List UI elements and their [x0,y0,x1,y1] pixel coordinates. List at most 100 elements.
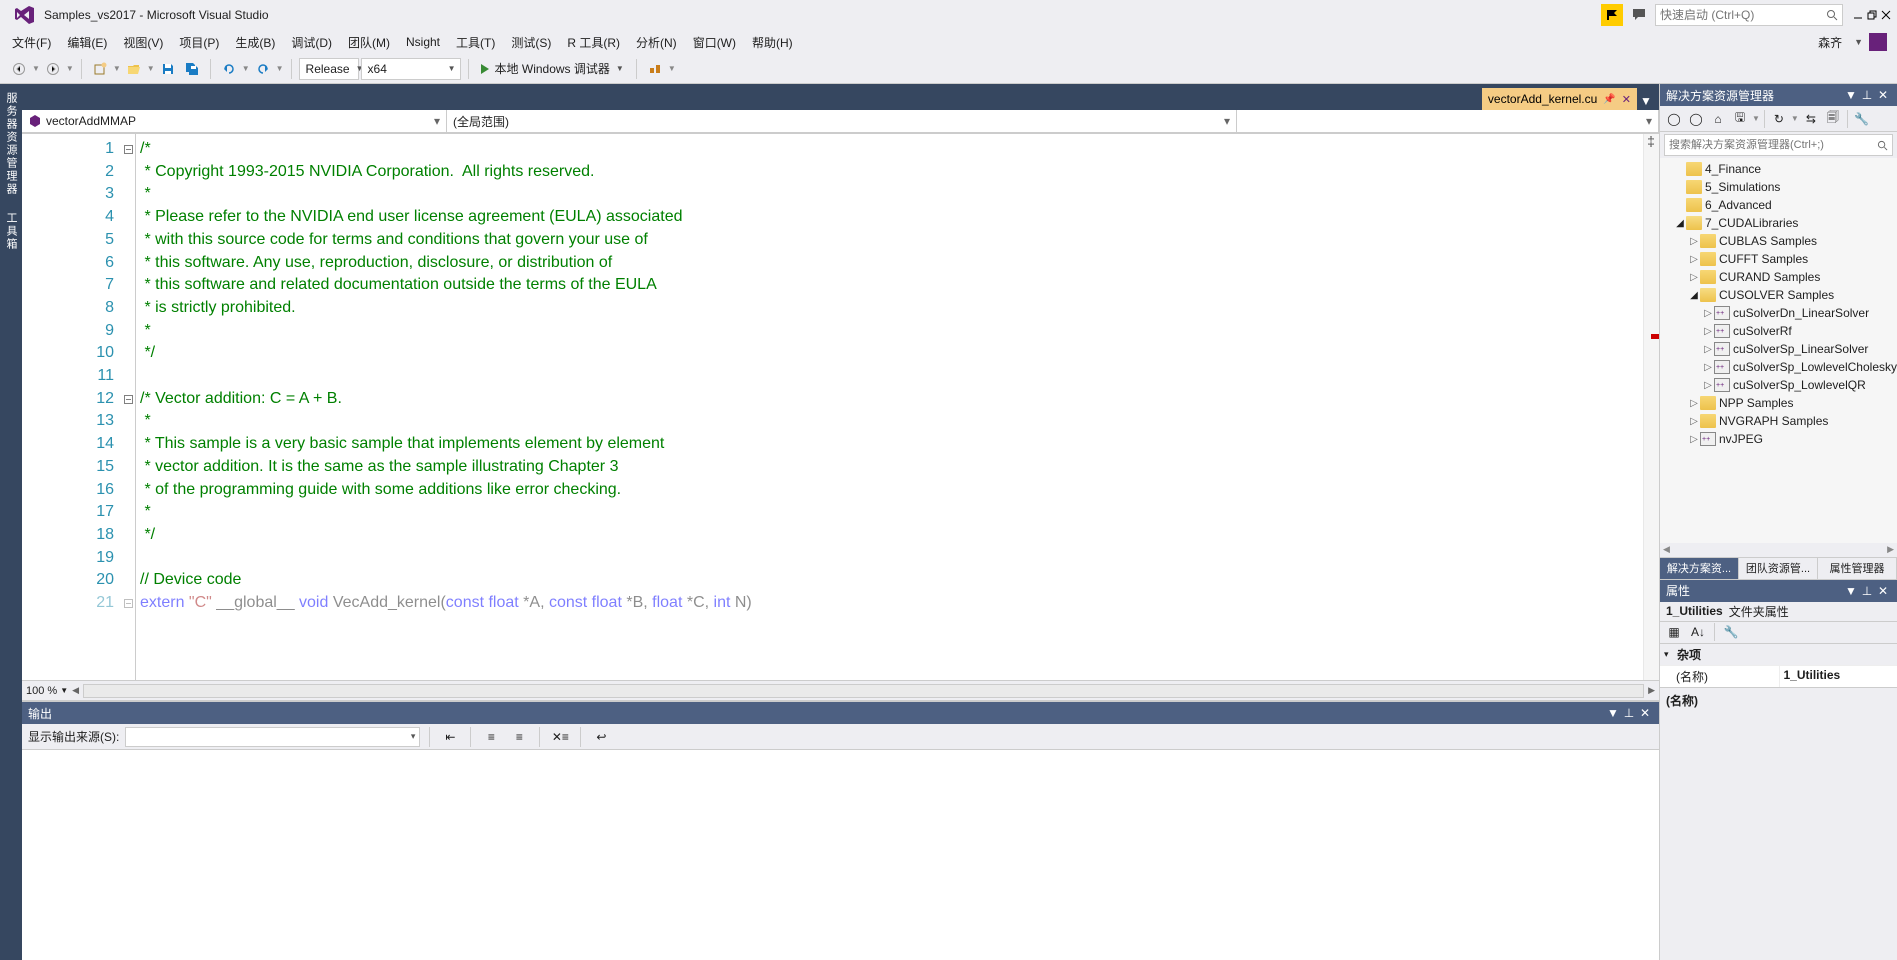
menu-debug[interactable]: 调试(D) [283,31,340,54]
quick-launch-input[interactable] [1660,8,1826,22]
property-grid[interactable]: ▾杂项 (名称) 1_Utilities [1660,644,1897,687]
property-row-value[interactable]: 1_Utilities [1779,666,1897,687]
property-category[interactable]: ▾杂项 [1660,644,1897,665]
new-project-button[interactable] [89,58,111,80]
menu-file[interactable]: 文件(F) [4,31,59,54]
properties-header[interactable]: 属性 ▼ ⊥ ✕ [1660,580,1897,602]
hscroll-left-button[interactable]: ◀ [72,685,79,696]
tree-node[interactable]: ◢7_CUDALibraries [1660,214,1897,232]
close-panel-icon[interactable]: ✕ [1875,583,1891,599]
menu-nsight[interactable]: Nsight [398,32,448,52]
next-icon[interactable]: ≡ [508,726,530,748]
property-pages-icon[interactable]: 🔧 [1721,622,1741,642]
tree-node[interactable]: 4_Finance [1660,160,1897,178]
restore-button[interactable] [1865,8,1879,22]
tree-node[interactable]: ▷CUFFT Samples [1660,250,1897,268]
code-editor[interactable]: 123456789101112131415161718192021 /* * C… [22,134,1659,680]
property-row[interactable]: (名称) 1_Utilities [1660,665,1897,687]
menu-tools[interactable]: 工具(T) [448,31,503,54]
start-debugging-button[interactable]: 本地 Windows 调试器 ▼ [472,58,633,80]
categorized-icon[interactable]: ▦ [1664,622,1684,642]
word-wrap-icon[interactable]: ↩ [590,726,612,748]
autohide-pin-icon[interactable]: ⊥ [1859,87,1875,103]
window-pos-icon[interactable]: ▼ [1843,583,1859,599]
previous-icon[interactable]: ≡ [480,726,502,748]
tab-solution[interactable]: 解决方案资... [1660,558,1739,579]
close-panel-icon[interactable]: ✕ [1875,87,1891,103]
menu-help[interactable]: 帮助(H) [744,31,801,54]
menu-window[interactable]: 窗口(W) [685,31,744,54]
find-message-icon[interactable]: ⇤ [439,726,461,748]
open-file-button[interactable] [123,58,145,80]
platform-dropdown[interactable]: x64▼ [361,58,461,80]
search-icon[interactable] [1826,9,1838,21]
undo-button[interactable] [218,58,240,80]
window-pos-icon[interactable]: ▼ [1843,87,1859,103]
code-area[interactable]: /* * Copyright 1993-2015 NVIDIA Corporat… [136,134,1659,680]
sync-icon[interactable]: 🖫 [1730,109,1750,129]
account-box-icon[interactable] [1869,33,1887,51]
fwd-icon[interactable]: ◯ [1686,109,1706,129]
tree-node[interactable]: ▷nvJPEG [1660,430,1897,448]
member-selector[interactable]: ▾ [1237,110,1659,133]
tree-node[interactable]: 5_Simulations [1660,178,1897,196]
scope-selector[interactable]: vectorAddMMAP ▾ [22,110,447,133]
type-selector[interactable]: (全局范围)▾ [447,110,1237,133]
tree-node[interactable]: ▷cuSolverDn_LinearSolver [1660,304,1897,322]
pin-icon[interactable]: 📌 [1603,94,1615,105]
tree-node[interactable]: ▷NVGRAPH Samples [1660,412,1897,430]
nav-back-button[interactable] [8,58,30,80]
tree-node[interactable]: ▷cuSolverSp_LowlevelCholesky [1660,358,1897,376]
solution-explorer-header[interactable]: 解决方案资源管理器 ▼ ⊥ ✕ [1660,84,1897,106]
minimize-button[interactable] [1851,8,1865,22]
tab-team[interactable]: 团队资源管... [1739,558,1818,579]
alphabetical-icon[interactable]: A↓ [1688,622,1708,642]
zoom-dropdown[interactable]: 100 %▼ [26,685,68,697]
tree-node[interactable]: ▷cuSolverSp_LinearSolver [1660,340,1897,358]
vertical-scrollbar[interactable]: ‡ [1643,134,1659,680]
home-icon[interactable]: ⌂ [1708,109,1728,129]
show-all-icon[interactable]: 🗐 [1823,109,1843,129]
build-config-dropdown[interactable]: Release▼ [299,58,359,80]
collapse-icon[interactable]: ⇆ [1801,109,1821,129]
signin-name[interactable]: 森齐 [1812,32,1848,53]
close-button[interactable] [1879,8,1893,22]
save-all-button[interactable] [181,58,203,80]
tree-node[interactable]: ◢CUSOLVER Samples [1660,286,1897,304]
fold-margin[interactable] [122,134,136,680]
menu-team[interactable]: 团队(M) [340,31,398,54]
doctab-active[interactable]: vectorAdd_kernel.cu 📌 ✕ [1482,88,1637,110]
nav-fwd-button[interactable] [42,58,64,80]
close-panel-icon[interactable]: ✕ [1637,705,1653,721]
back-icon[interactable]: ◯ [1664,109,1684,129]
output-header[interactable]: 输出 ▼ ⊥ ✕ [22,702,1659,724]
menu-build[interactable]: 生成(B) [227,31,283,54]
output-body[interactable] [22,750,1659,960]
toolbox-tab[interactable]: 工具箱 [0,204,22,259]
split-icon[interactable]: ‡ [1645,136,1657,148]
tree-node[interactable]: ▷CUBLAS Samples [1660,232,1897,250]
hscroll-right-icon[interactable]: ▶ [1887,544,1894,555]
solution-search-box[interactable] [1664,134,1893,156]
menu-test[interactable]: 测试(S) [503,31,559,54]
menu-edit[interactable]: 编辑(E) [59,31,115,54]
save-button[interactable] [157,58,179,80]
feedback-icon[interactable] [1629,5,1649,25]
menu-r-tools[interactable]: R 工具(R) [559,31,628,54]
tree-node[interactable]: 6_Advanced [1660,196,1897,214]
autohide-pin-icon[interactable]: ⊥ [1621,705,1637,721]
menu-analyze[interactable]: 分析(N) [628,31,685,54]
tree-node[interactable]: ▷CURAND Samples [1660,268,1897,286]
search-icon[interactable] [1877,140,1888,151]
menu-project[interactable]: 项目(P) [171,31,227,54]
close-tab-icon[interactable]: ✕ [1622,93,1631,106]
tab-propmgr[interactable]: 属性管理器 [1818,558,1897,579]
tree-node[interactable]: ▷NPP Samples [1660,394,1897,412]
window-pos-icon[interactable]: ▼ [1605,705,1621,721]
properties-icon[interactable]: 🔧 [1852,109,1872,129]
browser-link-icon[interactable] [644,58,666,80]
menu-view[interactable]: 视图(V) [115,31,171,54]
server-explorer-tab[interactable]: 服务器资源管理器 [0,84,22,204]
clear-all-icon[interactable]: ✕≡ [549,726,571,748]
output-source-dropdown[interactable]: ▾ [125,727,420,747]
